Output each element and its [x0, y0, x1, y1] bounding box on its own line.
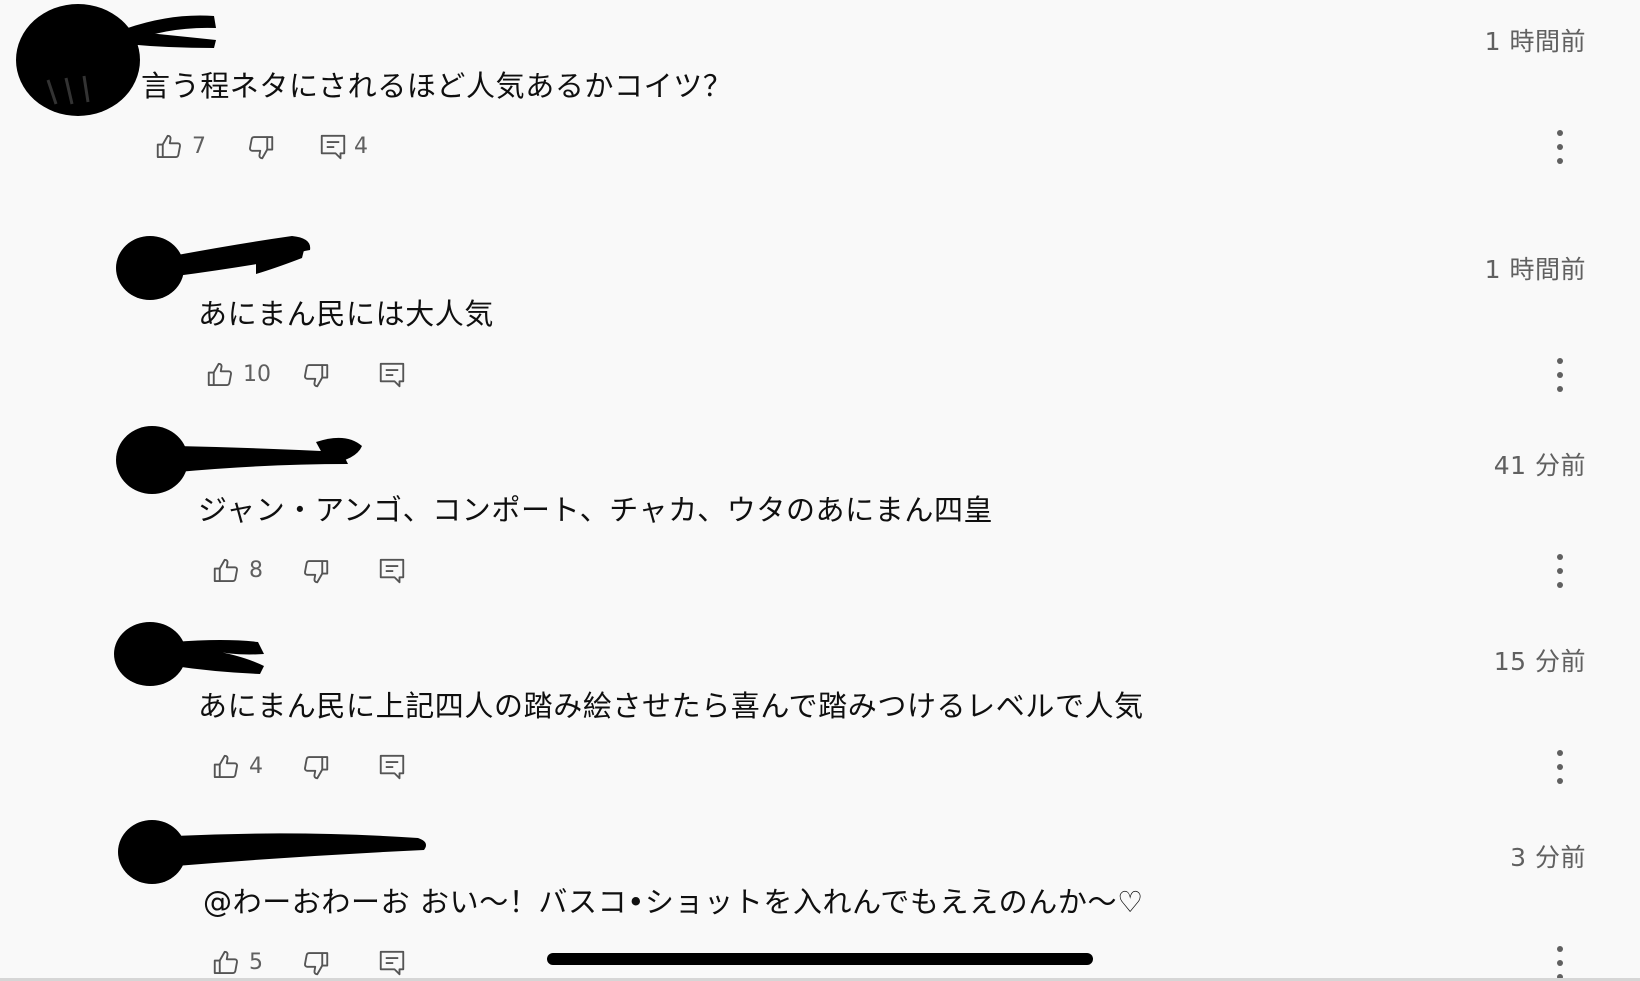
reply-button[interactable]: [377, 355, 407, 395]
comment-actions: 4: [211, 747, 1511, 787]
more-vert-icon: [1548, 747, 1572, 787]
reply-count: 4: [354, 134, 368, 159]
more-vert-icon: [1548, 355, 1572, 395]
dislike-button[interactable]: [301, 551, 331, 591]
more-options-button[interactable]: [1548, 551, 1572, 591]
like-count: 4: [249, 754, 263, 779]
comment-timestamp: 41 分前: [1493, 451, 1586, 480]
comment-thread: 1 時間前 言う程ネタにされるほど人気あるかコイツ？ 7 4 1 時間前 あにま…: [0, 0, 1640, 981]
like-button[interactable]: [205, 355, 235, 395]
like-count: 5: [249, 950, 263, 975]
thumb-down-icon: [301, 556, 331, 586]
thumb-up-icon: [154, 132, 184, 162]
comment-actions: 10: [205, 355, 1505, 395]
comment-actions: 7 4: [154, 127, 1504, 167]
thumb-down-icon: [301, 752, 331, 782]
reply-icon: [377, 556, 407, 586]
comment-text: 言う程ネタにされるほど人気あるかコイツ？: [141, 69, 733, 103]
reply-button[interactable]: [377, 747, 407, 787]
more-vert-icon: [1548, 127, 1572, 167]
dislike-button[interactable]: [301, 943, 331, 981]
more-options-button[interactable]: [1548, 127, 1572, 167]
redacted-avatar-scribble: [114, 622, 264, 686]
more-vert-icon: [1548, 943, 1572, 981]
reply-button[interactable]: [377, 551, 407, 591]
reply-icon: [377, 948, 407, 978]
like-count: 7: [192, 134, 206, 159]
home-indicator-bar[interactable]: [547, 953, 1093, 965]
reply-icon: [318, 132, 348, 162]
dislike-button[interactable]: [246, 127, 276, 167]
comment-timestamp: 1 時間前: [1484, 255, 1586, 284]
comment-text: @わーおわーお おい〜！バスコ•ショットを入れんでもええのんか〜♡: [203, 885, 1144, 919]
thumb-down-icon: [246, 132, 276, 162]
thumb-down-icon: [301, 360, 331, 390]
dislike-button[interactable]: [301, 355, 331, 395]
reply-button[interactable]: [377, 943, 407, 981]
comment-text: あにまん民に上記四人の踏み絵させたら喜んで踏みつけるレベルで人気: [198, 689, 1144, 723]
like-button[interactable]: [211, 747, 241, 787]
more-options-button[interactable]: [1548, 355, 1572, 395]
reply-icon: [377, 360, 407, 390]
thumb-up-icon: [211, 752, 241, 782]
comment-text: あにまん民には大人気: [198, 297, 495, 331]
like-button[interactable]: [154, 127, 184, 167]
like-count: 10: [243, 362, 271, 387]
more-options-button[interactable]: [1548, 943, 1572, 981]
dislike-button[interactable]: [301, 747, 331, 787]
thumb-up-icon: [205, 360, 235, 390]
thumb-up-icon: [211, 948, 241, 978]
more-options-button[interactable]: [1548, 747, 1572, 787]
comment-actions: 8: [211, 551, 1511, 591]
thumb-up-icon: [211, 556, 241, 586]
like-button[interactable]: [211, 943, 241, 981]
comment-timestamp: 3 分前: [1510, 843, 1586, 872]
more-vert-icon: [1548, 551, 1572, 591]
like-button[interactable]: [211, 551, 241, 591]
like-count: 8: [249, 558, 263, 583]
thumb-down-icon: [301, 948, 331, 978]
comment-text: ジャン・アンゴ、コンポート、チャカ、ウタのあにまん四皇: [198, 493, 994, 527]
reply-button[interactable]: [318, 127, 348, 167]
comment-timestamp: 15 分前: [1493, 647, 1586, 676]
comment-timestamp: 1 時間前: [1484, 27, 1586, 56]
reply-icon: [377, 752, 407, 782]
